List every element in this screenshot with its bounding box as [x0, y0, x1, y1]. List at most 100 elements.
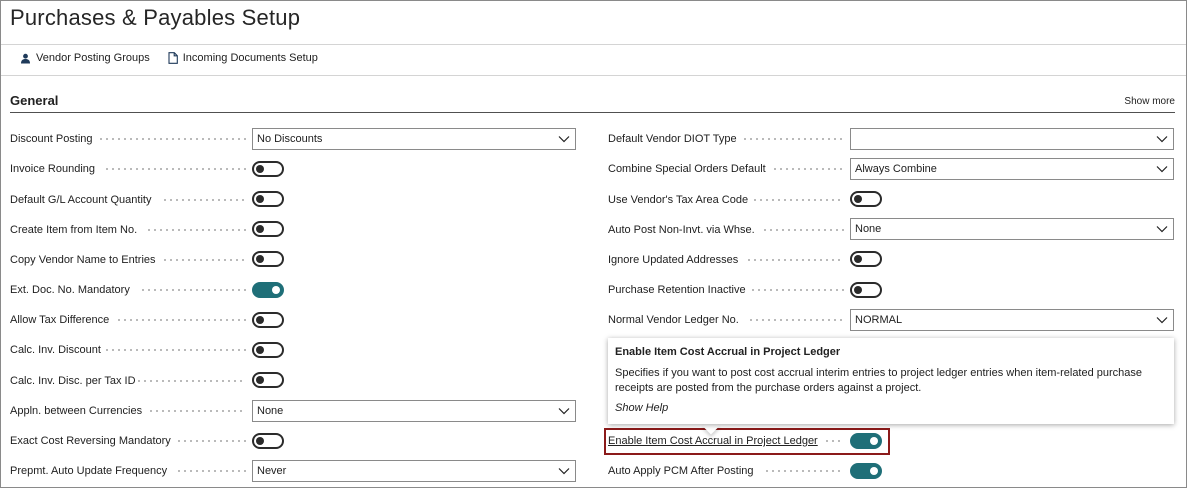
field-label: Discount Posting	[10, 133, 93, 145]
chevron-down-icon	[1156, 136, 1168, 143]
field-ext-doc-no-mandatory: Ext. Doc. No. Mandatory	[10, 279, 130, 301]
field-label: Default G/L Account Quantity	[10, 194, 152, 206]
chevron-down-icon	[558, 136, 570, 143]
chevron-down-icon	[1156, 166, 1168, 173]
chevron-down-icon	[558, 468, 570, 475]
person-icon	[21, 53, 30, 63]
leader-dots	[104, 168, 246, 170]
field-label: Ignore Updated Addresses	[608, 254, 739, 266]
field-label: Copy Vendor Name to Entries	[10, 254, 156, 266]
field-tooltip: Enable Item Cost Accrual in Project Ledg…	[608, 338, 1174, 424]
leader-dots	[176, 470, 246, 472]
field-label: Normal Vendor Ledger No.	[608, 314, 739, 326]
incoming-documents-setup-label: Incoming Documents Setup	[182, 52, 318, 64]
field-default-vendor-diot-type: Default Vendor DIOT Type	[608, 128, 737, 150]
leader-dots	[764, 470, 844, 472]
field-label: Calc. Inv. Discount	[10, 344, 101, 356]
create-item-from-item-no-toggle[interactable]	[252, 221, 284, 237]
select-value: Never	[257, 465, 287, 477]
tooltip-title: Enable Item Cost Accrual in Project Ledg…	[615, 346, 841, 358]
chevron-down-icon	[558, 408, 570, 415]
default-gl-account-quantity-toggle[interactable]	[252, 191, 284, 207]
field-auto-apply-pcm-after-posting: Auto Apply PCM After Posting	[608, 460, 754, 482]
leader-dots	[752, 199, 844, 201]
auto-apply-pcm-after-posting-toggle[interactable]	[850, 463, 882, 479]
leader-dots	[742, 138, 844, 140]
select-value: NORMAL	[855, 314, 903, 326]
leader-dots	[750, 289, 844, 291]
field-normal-vendor-ledger-no: Normal Vendor Ledger No.	[608, 309, 739, 331]
field-label: Exact Cost Reversing Mandatory	[10, 435, 171, 447]
chevron-down-icon	[1156, 317, 1168, 324]
field-label: Appln. between Currencies	[10, 405, 143, 417]
select-value: None	[257, 405, 284, 417]
page-title: Purchases & Payables Setup	[10, 5, 301, 30]
field-purchase-retention-inactive: Purchase Retention Inactive	[608, 279, 746, 301]
leader-dots	[98, 138, 246, 140]
vendor-posting-groups-action[interactable]: Vendor Posting Groups	[20, 52, 150, 64]
leader-dots	[176, 440, 246, 442]
tooltip-body: Specifies if you want to post cost accru…	[615, 367, 1143, 394]
combine-special-orders-default-select[interactable]: Always Combine	[850, 158, 1174, 180]
section-underline	[10, 112, 1175, 113]
prepmt-auto-update-frequency-select[interactable]: Never	[252, 460, 576, 482]
section-title-general: General	[10, 93, 59, 108]
leader-dots	[146, 229, 246, 231]
field-calc-inv-discount: Calc. Inv. Discount	[10, 339, 101, 361]
field-label: Default Vendor DIOT Type	[608, 133, 737, 145]
field-label: Create Item from Item No.	[10, 224, 138, 236]
leader-dots	[104, 349, 246, 351]
field-appln-between-currencies: Appln. between Currencies	[10, 400, 142, 422]
field-auto-post-non-invt-via-whse: Auto Post Non-Invt. via Whse.	[608, 219, 755, 241]
allow-tax-difference-toggle[interactable]	[252, 312, 284, 328]
field-label: Combine Special Orders Default	[608, 163, 766, 175]
use-vendors-tax-area-code-toggle[interactable]	[850, 191, 882, 207]
leader-dots	[140, 289, 246, 291]
incoming-documents-setup-action[interactable]: Incoming Documents Setup	[168, 52, 318, 64]
title-divider	[1, 44, 1186, 45]
field-label: Prepmt. Auto Update Frequency	[10, 465, 168, 477]
field-label: Allow Tax Difference	[10, 314, 110, 326]
exact-cost-reversing-mandatory-toggle[interactable]	[252, 433, 284, 449]
field-create-item-from-item-no: Create Item from Item No.	[10, 219, 137, 241]
discount-posting-select[interactable]: No Discounts	[252, 128, 576, 150]
invoice-rounding-toggle[interactable]	[252, 161, 284, 177]
select-value: No Discounts	[257, 133, 323, 145]
field-default-gl-account-quantity: Default G/L Account Quantity	[10, 189, 151, 211]
leader-dots	[746, 259, 844, 261]
field-label: Use Vendor's Tax Area Code	[608, 194, 749, 206]
field-prepmt-auto-update-frequency: Prepmt. Auto Update Frequency	[10, 460, 167, 482]
highlight-box	[604, 428, 890, 455]
default-vendor-diot-type-select[interactable]	[850, 128, 1174, 150]
field-calc-inv-disc-per-tax-id: Calc. Inv. Disc. per Tax ID	[10, 370, 136, 392]
field-label: Auto Apply PCM After Posting	[608, 465, 754, 477]
leader-dots	[136, 380, 246, 382]
field-label: Ext. Doc. No. Mandatory	[10, 284, 130, 296]
ext-doc-no-mandatory-toggle[interactable]	[252, 282, 284, 298]
purchase-retention-inactive-toggle[interactable]	[850, 282, 882, 298]
show-help-link[interactable]: Show Help	[615, 402, 1167, 414]
field-invoice-rounding: Invoice Rounding	[10, 158, 95, 180]
document-icon	[168, 52, 178, 64]
calc-inv-disc-per-tax-id-toggle[interactable]	[252, 372, 284, 388]
calc-inv-discount-toggle[interactable]	[252, 342, 284, 358]
normal-vendor-ledger-no-select[interactable]: NORMAL	[850, 309, 1174, 331]
vendor-posting-groups-label: Vendor Posting Groups	[36, 52, 150, 64]
copy-vendor-name-to-entries-toggle[interactable]	[252, 251, 284, 267]
field-use-vendors-tax-area-code: Use Vendor's Tax Area Code	[608, 189, 748, 211]
auto-post-non-invt-via-whse-select[interactable]: None	[850, 218, 1174, 240]
field-copy-vendor-name-to-entries: Copy Vendor Name to Entries	[10, 249, 156, 271]
field-label: Invoice Rounding	[10, 163, 96, 175]
chevron-down-icon	[1156, 226, 1168, 233]
select-value: Always Combine	[855, 163, 937, 175]
field-ignore-updated-addresses: Ignore Updated Addresses	[608, 249, 738, 271]
leader-dots	[116, 319, 246, 321]
leader-dots	[162, 199, 246, 201]
field-label: Auto Post Non-Invt. via Whse.	[608, 224, 755, 236]
show-more-link[interactable]: Show more	[1124, 96, 1175, 107]
action-bar: Vendor Posting Groups Incoming Documents…	[20, 52, 318, 64]
select-value: None	[855, 223, 882, 235]
appln-between-currencies-select[interactable]: None	[252, 400, 576, 422]
leader-dots	[762, 229, 844, 231]
ignore-updated-addresses-toggle[interactable]	[850, 251, 882, 267]
